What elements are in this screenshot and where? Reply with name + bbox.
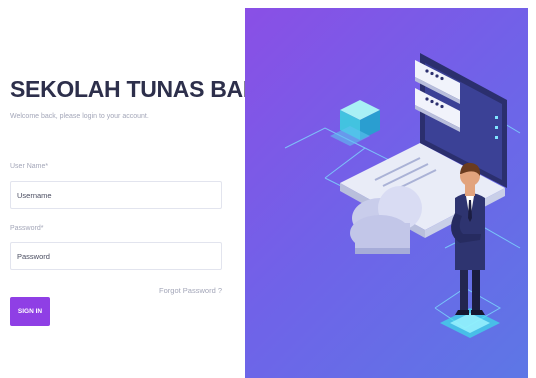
illustration-panel <box>245 8 528 378</box>
username-label: User Name* <box>10 163 49 170</box>
password-input[interactable] <box>10 242 222 270</box>
cube-icon <box>330 100 380 146</box>
security-login-illustration-icon <box>284 53 521 338</box>
login-panel: SEKOLAH TUNAS BANGSA Welcome back, pleas… <box>0 0 308 378</box>
password-label: Password* <box>10 225 44 232</box>
sign-in-button[interactable]: SIGN IN <box>10 297 50 326</box>
username-input[interactable] <box>10 181 222 209</box>
forgot-password-link[interactable]: Forgot Password ? <box>159 286 222 295</box>
welcome-subtitle: Welcome back, please login to your accou… <box>10 113 149 120</box>
